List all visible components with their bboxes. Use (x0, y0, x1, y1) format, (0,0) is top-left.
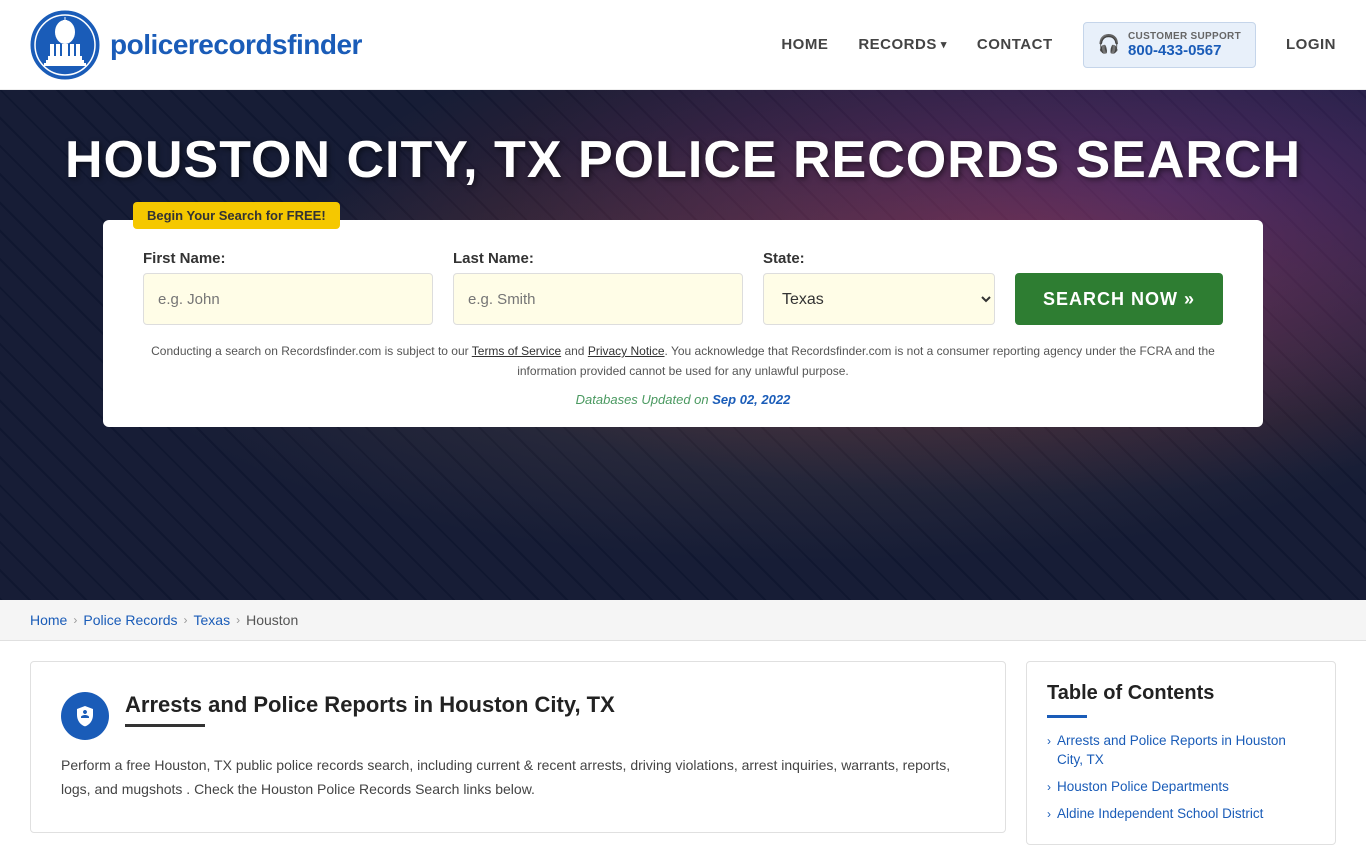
main-nav: HOME RECORDS ▾ CONTACT 🎧 CUSTOMER SUPPOR… (781, 22, 1336, 68)
article-header: Arrests and Police Reports in Houston Ci… (61, 692, 975, 740)
article-icon (61, 692, 109, 740)
content-left: Arrests and Police Reports in Houston Ci… (30, 661, 1006, 833)
hero-title: HOUSTON CITY, TX POLICE RECORDS SEARCH (65, 130, 1301, 190)
header: policerecordsfinder HOME RECORDS ▾ CONTA… (0, 0, 1366, 90)
search-button[interactable]: SEARCH NOW » (1015, 273, 1223, 325)
hero-section: HOUSTON CITY, TX POLICE RECORDS SEARCH B… (0, 90, 1366, 600)
toc-link[interactable]: Aldine Independent School District (1057, 805, 1263, 824)
breadcrumb-police-records[interactable]: Police Records (83, 612, 177, 628)
article-title-underline (125, 724, 205, 727)
toc-divider (1047, 715, 1087, 718)
article-title: Arrests and Police Reports in Houston Ci… (125, 692, 615, 718)
privacy-link[interactable]: Privacy Notice (588, 344, 665, 358)
nav-login[interactable]: LOGIN (1286, 36, 1336, 53)
state-select[interactable]: AlabamaAlaskaArizonaArkansasCaliforniaCo… (763, 273, 995, 325)
state-label: State: (763, 250, 995, 267)
last-name-field-group: Last Name: (453, 250, 743, 325)
nav-home[interactable]: HOME (781, 36, 828, 53)
last-name-input[interactable] (453, 273, 743, 325)
nav-contact[interactable]: CONTACT (977, 36, 1053, 53)
first-name-label: First Name: (143, 250, 433, 267)
main-content: Arrests and Police Reports in Houston Ci… (0, 641, 1366, 865)
toc-title: Table of Contents (1047, 682, 1315, 705)
breadcrumb-state[interactable]: Texas (194, 612, 231, 628)
nav-records[interactable]: RECORDS ▾ (858, 36, 947, 53)
last-name-label: Last Name: (453, 250, 743, 267)
breadcrumb: Home › Police Records › Texas › Houston (30, 612, 1336, 628)
logo-text: policerecordsfinder (110, 29, 362, 61)
breadcrumb-home[interactable]: Home (30, 612, 67, 628)
free-badge: Begin Your Search for FREE! (133, 202, 340, 229)
headset-icon: 🎧 (1098, 34, 1120, 55)
breadcrumb-sep-2: › (184, 613, 188, 627)
breadcrumb-sep-3: › (236, 613, 240, 627)
search-row: First Name: Last Name: State: AlabamaAla… (143, 250, 1223, 325)
toc-item: › Aldine Independent School District (1047, 805, 1315, 824)
updated-text: Databases Updated on Sep 02, 2022 (143, 392, 1223, 407)
disclaimer-text: Conducting a search on Recordsfinder.com… (143, 341, 1223, 382)
state-field-group: State: AlabamaAlaskaArizonaArkansasCalif… (763, 250, 995, 325)
toc-chevron-icon: › (1047, 780, 1051, 794)
logo-link[interactable]: policerecordsfinder (30, 10, 362, 80)
article-body: Perform a free Houston, TX public police… (61, 754, 975, 802)
terms-link[interactable]: Terms of Service (472, 344, 561, 358)
breadcrumb-sep-1: › (73, 613, 77, 627)
first-name-input[interactable] (143, 273, 433, 325)
search-card: Begin Your Search for FREE! First Name: … (103, 220, 1263, 427)
hero-content: HOUSTON CITY, TX POLICE RECORDS SEARCH B… (0, 90, 1366, 427)
toc-list: › Arrests and Police Reports in Houston C… (1047, 732, 1315, 824)
toc-chevron-icon: › (1047, 807, 1051, 821)
content-right: Table of Contents › Arrests and Police Re… (1026, 661, 1336, 845)
toc-item: › Arrests and Police Reports in Houston C… (1047, 732, 1315, 770)
records-chevron-icon: ▾ (941, 38, 947, 51)
toc-item: › Houston Police Departments (1047, 778, 1315, 797)
first-name-field-group: First Name: (143, 250, 433, 325)
logo-icon (30, 10, 100, 80)
support-label: CUSTOMER SUPPORT (1128, 31, 1241, 42)
article-title-area: Arrests and Police Reports in Houston Ci… (125, 692, 615, 727)
support-number: 800-433-0567 (1128, 42, 1241, 59)
toc-chevron-icon: › (1047, 734, 1051, 748)
breadcrumb-current: Houston (246, 612, 298, 628)
toc-link[interactable]: Houston Police Departments (1057, 778, 1229, 797)
badge-icon (73, 704, 97, 728)
toc-link[interactable]: Arrests and Police Reports in Houston Ci… (1057, 732, 1315, 770)
breadcrumb-bar: Home › Police Records › Texas › Houston (0, 600, 1366, 641)
support-button[interactable]: 🎧 CUSTOMER SUPPORT 800-433-0567 (1083, 22, 1256, 68)
support-info: CUSTOMER SUPPORT 800-433-0567 (1128, 31, 1241, 59)
